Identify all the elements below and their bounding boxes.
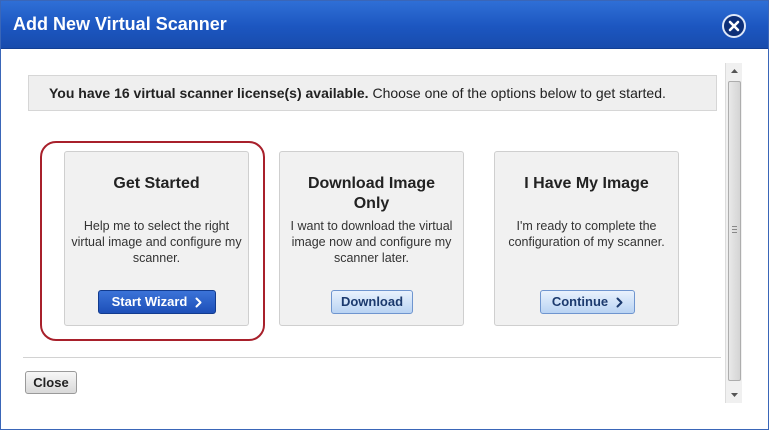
footer-divider <box>23 357 721 358</box>
start-wizard-button[interactable]: Start Wizard <box>98 290 216 314</box>
button-label: Download <box>340 294 404 309</box>
card-title: Download Image Only <box>307 175 436 212</box>
dialog-titlebar: Add New Virtual Scanner <box>1 1 768 49</box>
dialog-title: Add New Virtual Scanner <box>13 14 227 34</box>
license-count-text: You have 16 virtual scanner license(s) a… <box>49 85 369 101</box>
option-card-get-started: Get Started Help me to select the right … <box>64 151 249 326</box>
button-label: Continue <box>551 294 609 309</box>
card-title: Get Started <box>113 175 200 192</box>
button-label: Start Wizard <box>111 294 188 309</box>
chevron-right-icon <box>195 297 202 307</box>
option-card-download-image: Download Image Only I want to download t… <box>279 151 464 326</box>
license-instructions-text: Choose one of the options below to get s… <box>368 85 666 101</box>
card-description: I want to download the virtual image now… <box>290 219 453 265</box>
scroll-down-icon[interactable] <box>726 387 743 403</box>
chevron-right-icon <box>616 297 623 307</box>
vertical-scrollbar[interactable] <box>725 63 742 403</box>
license-info-banner: You have 16 virtual scanner license(s) a… <box>28 75 717 111</box>
card-title: I Have My Image <box>524 175 649 192</box>
button-label: Close <box>33 374 69 390</box>
download-button[interactable]: Download <box>331 290 413 314</box>
card-description: I'm ready to complete the configuration … <box>508 219 665 249</box>
grip-icon <box>732 226 737 233</box>
close-button[interactable]: Close <box>25 371 77 394</box>
scrollbar-thumb[interactable] <box>728 81 741 381</box>
option-card-have-image: I Have My Image I'm ready to complete th… <box>494 151 679 326</box>
add-virtual-scanner-dialog: Add New Virtual Scanner You have 16 virt… <box>0 0 769 430</box>
card-description: Help me to select the right virtual imag… <box>71 219 242 265</box>
scroll-up-icon[interactable] <box>726 63 743 79</box>
continue-button[interactable]: Continue <box>540 290 635 314</box>
close-icon[interactable] <box>722 14 746 38</box>
